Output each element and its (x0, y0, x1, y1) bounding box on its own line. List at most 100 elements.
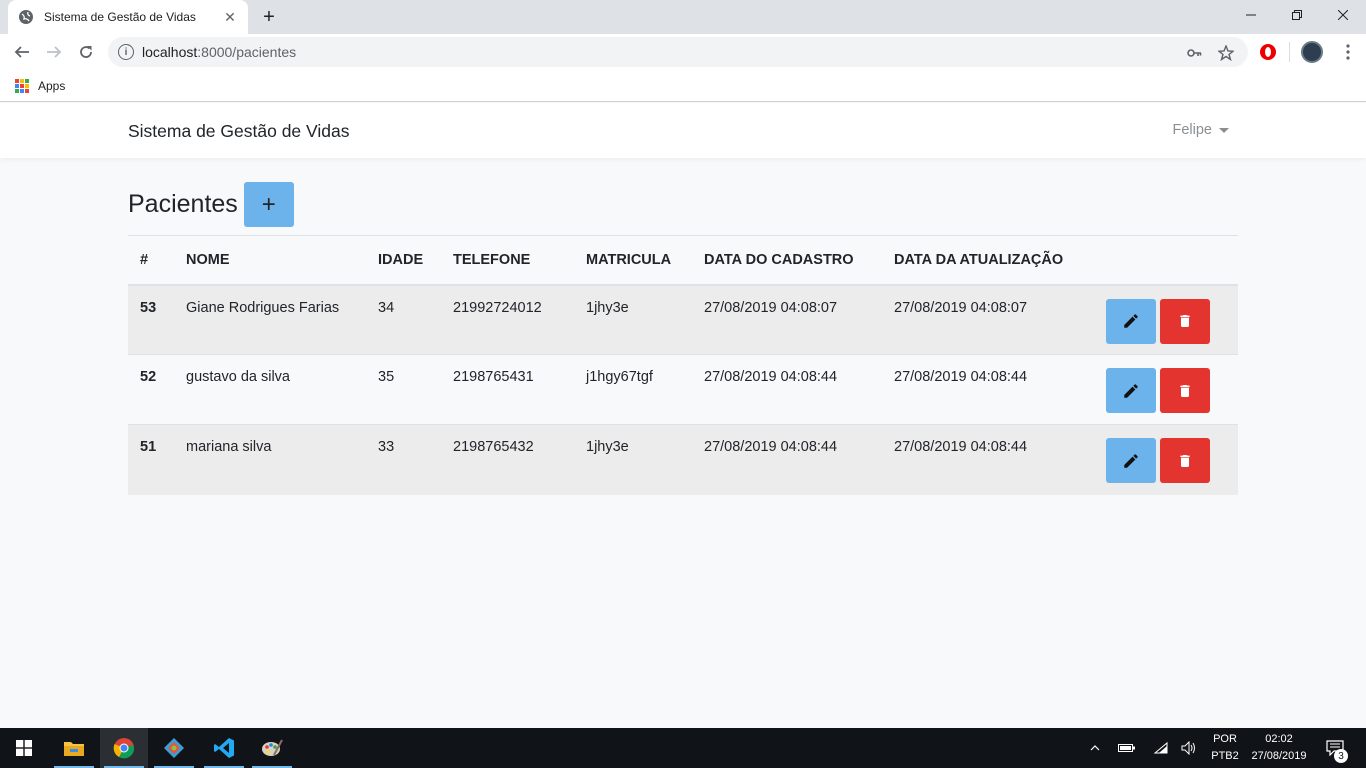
pencil-icon (1124, 314, 1138, 328)
cell-telefone: 21992724012 (441, 284, 574, 355)
trash-icon (1180, 384, 1190, 397)
minimize-icon[interactable] (1228, 0, 1274, 30)
plus-icon: + (261, 190, 276, 218)
table-row: 51 mariana silva 33 2198765432 1jhy3e 27… (128, 424, 1238, 495)
notification-count: 3 (1334, 749, 1348, 763)
address-bar[interactable]: i localhost :8000/pacientes (108, 37, 1248, 67)
cell-idade: 35 (366, 354, 441, 425)
volume-icon[interactable] (1178, 728, 1200, 768)
chrome-taskbar-icon[interactable] (100, 728, 148, 768)
clock[interactable]: 02:02 27/08/2019 (1246, 731, 1312, 765)
brand-link[interactable]: Sistema de Gestão de Vidas (128, 121, 349, 142)
header-telefone: TELEFONE (441, 235, 574, 286)
app-navbar: Sistema de Gestão de Vidas Felipe (0, 103, 1366, 158)
input-language[interactable]: POR PTB2 (1206, 731, 1244, 765)
browser-toolbar: i localhost :8000/pacientes (0, 34, 1366, 70)
pencil-icon (1124, 383, 1138, 398)
user-dropdown[interactable]: Felipe (1172, 122, 1229, 138)
edit-button[interactable] (1106, 298, 1156, 344)
cell-matricula: 1jhy3e (574, 424, 692, 495)
cell-matricula: j1hgy67tgf (574, 354, 692, 425)
cell-nome: gustavo da silva (174, 354, 366, 425)
cell-data-atualizacao: 27/08/2019 04:08:07 (882, 284, 1082, 355)
header-data-cadastro: DATA DO CADASTRO (692, 235, 882, 286)
cell-actions (1082, 354, 1238, 425)
add-patient-button[interactable]: + (243, 182, 294, 227)
table-row: 53 Giane Rodrigues Farias 34 21992724012… (128, 284, 1238, 355)
cell-nome: Giane Rodrigues Farias (174, 284, 366, 355)
new-tab-button[interactable]: + (256, 5, 282, 29)
globe-icon (18, 9, 34, 25)
cell-actions (1082, 424, 1238, 495)
page-title: Pacientes (128, 190, 238, 218)
toolbar-divider (1289, 42, 1290, 62)
trash-icon (1180, 315, 1190, 327)
cell-data-cadastro: 27/08/2019 04:08:44 (692, 424, 882, 495)
restore-icon[interactable] (1274, 0, 1320, 30)
header-idade: IDADE (366, 235, 441, 286)
close-window-icon[interactable] (1320, 0, 1366, 30)
close-tab-icon[interactable]: ✕ (222, 9, 238, 25)
cell-nome: mariana silva (174, 424, 366, 495)
bookmarks-bar: Apps (0, 70, 1366, 102)
key-icon[interactable] (1186, 45, 1202, 65)
cell-id: 53 (128, 284, 174, 355)
battery-icon[interactable] (1116, 728, 1138, 768)
reload-icon[interactable] (72, 38, 100, 66)
table-row: 52 gustavo da silva 35 2198765431 j1hgy6… (128, 354, 1238, 425)
clock-date: 27/08/2019 (1251, 750, 1307, 762)
edit-button[interactable] (1106, 368, 1156, 413)
clock-time: 02:02 (1265, 733, 1293, 745)
table-header-row: # NOME IDADE TELEFONE MATRICULA DATA DO … (128, 235, 1238, 286)
trash-icon (1180, 454, 1190, 467)
user-name: Felipe (1172, 122, 1213, 138)
header-nome: NOME (174, 235, 366, 286)
cell-telefone: 2198765432 (441, 424, 574, 495)
windows-taskbar: POR PTB2 02:02 27/08/2019 3 (0, 728, 1366, 768)
info-icon[interactable]: i (118, 44, 134, 60)
bookmark-star-icon[interactable] (1217, 44, 1235, 65)
cell-id: 51 (128, 424, 174, 495)
browser-tabstrip: Sistema de Gestão de Vidas ✕ + (0, 0, 1366, 34)
cell-actions (1082, 284, 1238, 355)
patients-table: # NOME IDADE TELEFONE MATRICULA DATA DO … (128, 235, 1238, 495)
git-kraken-icon[interactable] (150, 728, 198, 768)
chevron-up-icon[interactable] (1086, 728, 1104, 768)
delete-button[interactable] (1160, 438, 1210, 483)
cell-data-atualizacao: 27/08/2019 04:08:44 (882, 424, 1082, 495)
tab-title: Sistema de Gestão de Vidas (44, 10, 196, 24)
pencil-icon (1124, 453, 1138, 468)
menu-kebab-icon[interactable] (1334, 38, 1362, 66)
delete-button[interactable] (1160, 368, 1210, 413)
windows-start-icon[interactable] (0, 728, 48, 768)
cell-telefone: 2198765431 (441, 354, 574, 425)
cell-data-cadastro: 27/08/2019 04:08:07 (692, 284, 882, 355)
header-actions (1082, 235, 1238, 286)
back-arrow-icon[interactable] (8, 38, 36, 66)
forward-arrow-icon[interactable] (40, 38, 68, 66)
apps-grid-icon[interactable] (15, 78, 29, 93)
header-id: # (128, 235, 174, 286)
paint-icon[interactable] (248, 728, 296, 768)
header-matricula: MATRICULA (574, 235, 692, 286)
cell-data-atualizacao: 27/08/2019 04:08:44 (882, 354, 1082, 425)
profile-avatar[interactable] (1301, 41, 1323, 63)
cell-idade: 33 (366, 424, 441, 495)
edit-button[interactable] (1106, 438, 1156, 483)
browser-tab[interactable]: Sistema de Gestão de Vidas ✕ (8, 0, 248, 34)
lang-bottom: PTB2 (1211, 750, 1239, 762)
url-host: localhost (142, 44, 198, 60)
caret-down-icon (1219, 127, 1229, 133)
cell-data-cadastro: 27/08/2019 04:08:44 (692, 354, 882, 425)
delete-button[interactable] (1160, 298, 1210, 344)
vscode-icon[interactable] (200, 728, 248, 768)
url-path: :8000/pacientes (197, 44, 297, 60)
page-header: Pacientes + (128, 182, 294, 227)
wifi-icon[interactable] (1150, 728, 1172, 768)
notification-center-icon[interactable]: 3 (1318, 728, 1352, 768)
cell-id: 52 (128, 354, 174, 425)
cell-matricula: 1jhy3e (574, 284, 692, 355)
apps-bookmark[interactable]: Apps (38, 79, 65, 93)
file-explorer-icon[interactable] (50, 728, 98, 768)
opera-extension-icon[interactable] (1257, 41, 1279, 63)
